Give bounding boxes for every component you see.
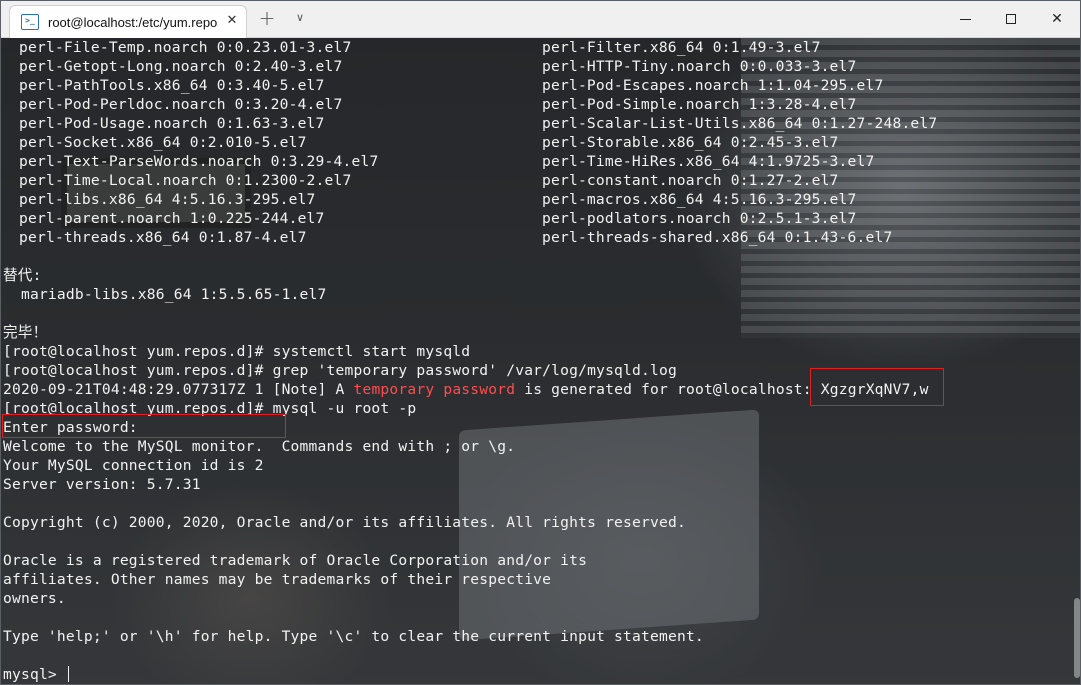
package-line: perl-macros.x86_64 4:5.16.3-295.el7	[542, 191, 857, 208]
text-cursor	[67, 666, 69, 682]
package-line: perl-Socket.x86_64 0:2.010-5.el7	[19, 134, 307, 151]
copyright-line: Copyright (c) 2000, 2020, Oracle and/or …	[3, 514, 686, 531]
log-line: 2020-09-21T04:48:29.077317Z 1 [Note] A t…	[3, 380, 929, 399]
package-line: perl-podlators.noarch 0:2.5.1-3.el7	[542, 210, 857, 227]
minimize-button[interactable]	[942, 1, 988, 38]
log-middle: is generated for root@localhost:	[515, 381, 821, 398]
package-line: perl-Pod-Perldoc.noarch 0:3.20-4.el7	[19, 96, 343, 113]
package-line: perl-Storable.x86_64 0:2.45-3.el7	[542, 134, 839, 151]
log-highlight: temporary password	[353, 381, 516, 398]
new-tab-button[interactable]: +	[257, 8, 277, 28]
package-line: perl-Pod-Simple.noarch 1:3.28-4.el7	[542, 96, 857, 113]
package-line: perl-Getopt-Long.noarch 0:2.40-3.el7	[19, 58, 343, 75]
package-line: perl-Text-ParseWords.noarch 0:3.29-4.el7	[19, 153, 379, 170]
mysql-prompt-line[interactable]: mysql>	[3, 665, 69, 684]
package-line: perl-threads-shared.x86_64 0:1.43-6.el7	[542, 229, 893, 246]
tab-close-icon[interactable]: ✕	[223, 12, 241, 30]
scrollbar[interactable]	[1074, 598, 1080, 678]
password-highlight-box	[810, 368, 944, 406]
package-line: perl-libs.x86_64 4:5.16.3-295.el7	[19, 191, 316, 208]
mysql-prompt: mysql>	[3, 666, 66, 683]
minimize-icon	[959, 18, 971, 20]
command-line: [root@localhost yum.repos.d]# systemctl …	[3, 343, 471, 360]
terminal-window: >_ root@localhost:/etc/yum.repos.d ✕ + ∨…	[0, 0, 1081, 685]
enter-password-highlight-box	[2, 414, 286, 438]
maximize-icon	[1006, 14, 1016, 24]
maximize-button[interactable]	[988, 1, 1034, 38]
package-line: perl-parent.noarch 1:0.225-244.el7	[19, 210, 325, 227]
package-line: perl-File-Temp.noarch 0:0.23.01-3.el7	[19, 39, 352, 56]
package-line: perl-Scalar-List-Utils.x86_64 0:1.27-248…	[542, 115, 938, 132]
trademark-line: affiliates. Other names may be trademark…	[3, 571, 552, 588]
package-line: perl-Filter.x86_64 0:1.49-3.el7	[542, 39, 821, 56]
server-version-line: Server version: 5.7.31	[3, 476, 201, 493]
package-line: perl-constant.noarch 0:1.27-2.el7	[542, 172, 839, 189]
terminal-icon: >_	[21, 14, 39, 30]
complete-message: 完毕！	[3, 324, 48, 341]
package-line: perl-Pod-Escapes.noarch 1:1.04-295.el7	[542, 77, 884, 94]
log-prefix: 2020-09-21T04:48:29.077317Z 1 [Note] A	[3, 381, 354, 398]
tab-title: root@localhost:/etc/yum.repos.d	[48, 15, 218, 30]
package-line: perl-Time-HiRes.x86_64 4:1.9725-3.el7	[542, 153, 875, 170]
title-bar[interactable]: >_ root@localhost:/etc/yum.repos.d ✕ + ∨…	[1, 1, 1080, 38]
replaced-header: 替代:	[3, 267, 42, 284]
terminal-lines: perl-File-Temp.noarch 0:0.23.01-3.el7 pe…	[1, 38, 1080, 684]
package-line: perl-threads.x86_64 0:1.87-4.el7	[19, 229, 307, 246]
tab-dropdown-icon[interactable]: ∨	[291, 10, 309, 26]
package-line: perl-PathTools.x86_64 0:3.40-5.el7	[19, 77, 325, 94]
package-line: perl-Time-Local.noarch 0:1.2300-2.el7	[19, 172, 352, 189]
help-line: Type 'help;' or '\h' for help. Type '\c'…	[3, 628, 704, 645]
tab-active[interactable]: >_ root@localhost:/etc/yum.repos.d ✕	[9, 5, 247, 38]
package-line: perl-Pod-Usage.noarch 0:1.63-3.el7	[19, 115, 325, 132]
command-line: [root@localhost yum.repos.d]# grep 'temp…	[3, 362, 677, 379]
trademark-line: owners.	[3, 590, 66, 607]
package-line: perl-HTTP-Tiny.noarch 0:0.033-3.el7	[542, 58, 857, 75]
welcome-line: Welcome to the MySQL monitor. Commands e…	[3, 438, 516, 455]
close-window-button[interactable]: ✕	[1034, 1, 1080, 38]
replaced-package: mariadb-libs.x86_64 1:5.5.65-1.el7	[3, 286, 327, 303]
trademark-line: Oracle is a registered trademark of Orac…	[3, 552, 588, 569]
terminal-output[interactable]: perl-File-Temp.noarch 0:0.23.01-3.el7 pe…	[1, 38, 1080, 684]
connection-id-line: Your MySQL connection id is 2	[3, 457, 264, 474]
